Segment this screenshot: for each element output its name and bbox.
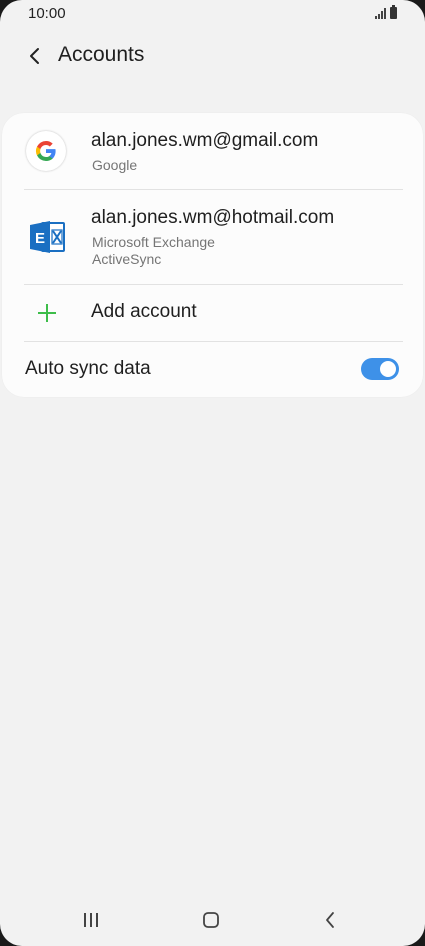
accounts-card: alan.jones.wm@gmail.com Google E alan.jo… <box>2 113 423 397</box>
chevron-left-icon <box>30 48 39 64</box>
account-email: alan.jones.wm@gmail.com <box>91 130 319 151</box>
home-icon <box>203 912 219 928</box>
toggle-knob <box>378 359 398 379</box>
add-account-label: Add account <box>91 301 197 322</box>
account-email: alan.jones.wm@hotmail.com <box>91 207 335 228</box>
status-bar: 10:00 <box>0 0 425 28</box>
navigation-bar <box>0 894 425 946</box>
account-row-google[interactable]: alan.jones.wm@gmail.com Google <box>2 113 423 189</box>
account-type: Microsoft Exchange <box>92 234 215 250</box>
exchange-icon: E <box>30 221 65 253</box>
plus-icon <box>38 304 56 322</box>
back-button[interactable] <box>18 40 50 72</box>
nav-back-button[interactable] <box>308 904 352 936</box>
home-button[interactable] <box>189 904 233 936</box>
auto-sync-row[interactable]: Auto sync data <box>2 342 423 397</box>
page-title: Accounts <box>58 43 145 66</box>
status-time: 10:00 <box>28 5 66 22</box>
phone-screen: 10:00 Accounts alan.jones.wm@gmail.com G… <box>0 0 425 946</box>
account-row-exchange[interactable]: E alan.jones.wm@hotmail.com Microsoft Ex… <box>2 190 423 284</box>
auto-sync-toggle[interactable] <box>361 358 399 380</box>
back-icon <box>326 912 334 928</box>
recent-apps-icon <box>84 913 98 927</box>
signal-icon <box>375 8 386 19</box>
google-icon <box>26 131 66 171</box>
battery-icon <box>390 5 397 19</box>
auto-sync-label: Auto sync data <box>25 358 151 379</box>
status-icons <box>375 5 397 19</box>
svg-text:E: E <box>35 230 45 247</box>
add-account-button[interactable]: Add account <box>2 285 423 341</box>
header: Accounts <box>0 36 425 76</box>
account-type-secondary: ActiveSync <box>92 251 162 267</box>
account-type: Google <box>92 157 138 173</box>
recent-apps-button[interactable] <box>69 904 113 936</box>
